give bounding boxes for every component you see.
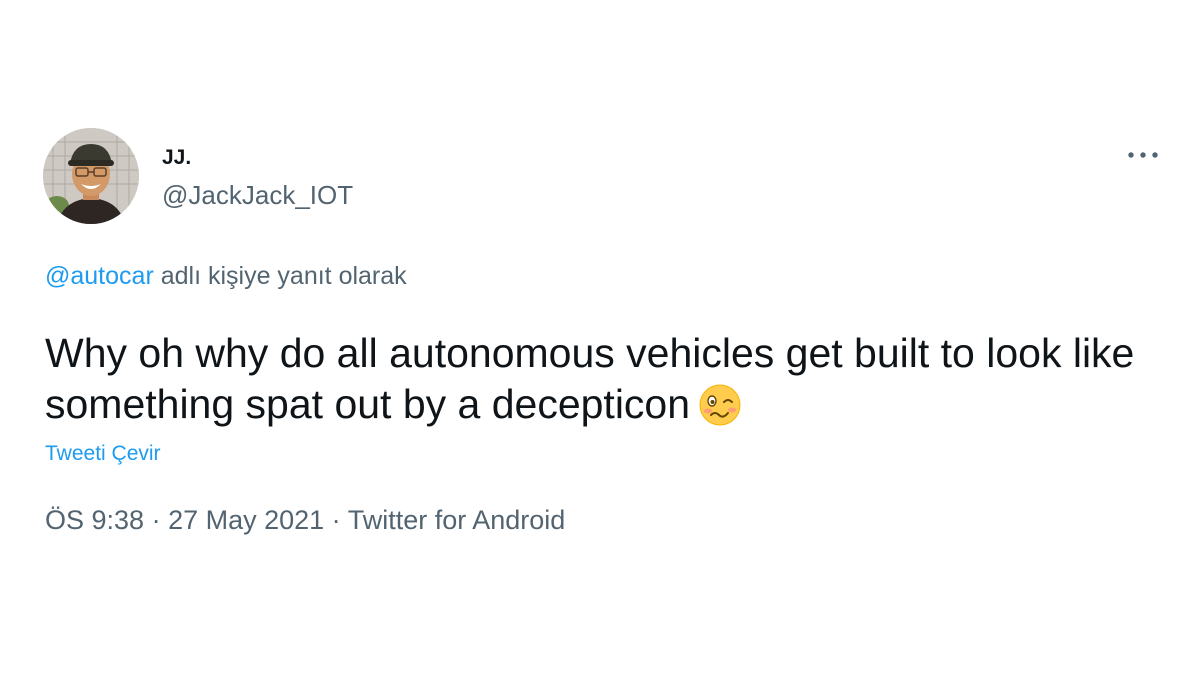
- profile-photo-icon: [43, 128, 139, 224]
- meta-separator: ·: [324, 505, 348, 535]
- tweet-source[interactable]: Twitter for Android: [348, 505, 566, 535]
- reply-mention-link[interactable]: @autocar: [45, 262, 154, 290]
- reply-context-label: adlı kişiye yanıt olarak: [153, 262, 407, 290]
- tweet-metadata: ÖS 9:38 · 27 May 2021 · Twitter for Andr…: [45, 505, 565, 536]
- author-name[interactable]: JJ.: [162, 146, 191, 170]
- tweet-date[interactable]: 27 May 2021: [168, 505, 324, 535]
- translate-tweet-link[interactable]: Tweeti Çevir: [45, 442, 161, 466]
- more-options-button[interactable]: [1120, 138, 1166, 172]
- tweet-time[interactable]: ÖS 9:38: [45, 505, 144, 535]
- meta-separator: ·: [144, 505, 169, 535]
- woozy-face-emoji-icon: [698, 383, 742, 439]
- tweet-body: Why oh why do all autonomous vehicles ge…: [45, 330, 1135, 427]
- tweet-text: Why oh why do all autonomous vehicles ge…: [45, 328, 1145, 439]
- author-handle[interactable]: @JackJack_IOT: [162, 180, 353, 211]
- tweet-card: JJ. @JackJack_IOT @autocar adlı kişiye y…: [0, 0, 1200, 675]
- reply-context: @autocar adlı kişiye yanıt olarak: [45, 262, 407, 291]
- avatar[interactable]: [43, 128, 139, 224]
- more-horizontal-icon: [1128, 152, 1158, 158]
